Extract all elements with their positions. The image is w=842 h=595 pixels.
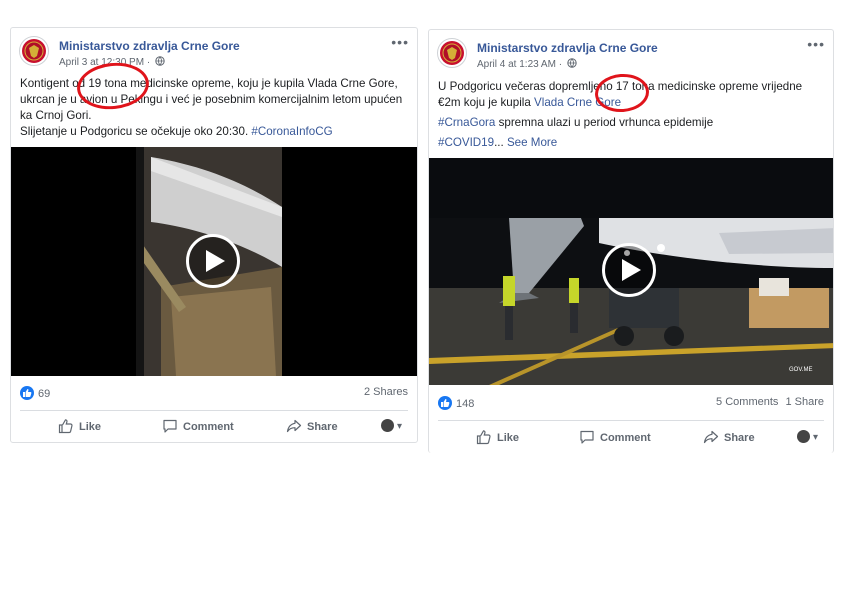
facebook-post-1: Ministarstvo zdravlja Crne Gore April 3 … <box>10 27 418 443</box>
share-label: Share <box>724 432 755 444</box>
like-reaction-icon[interactable] <box>438 396 452 410</box>
page-avatar[interactable] <box>437 38 467 68</box>
comment-label: Comment <box>600 432 651 444</box>
share-button[interactable]: Share <box>703 423 755 453</box>
video-watermark: GOV.ME <box>789 367 812 373</box>
hashtag-link[interactable]: #CoronaInfoCG <box>251 125 332 138</box>
like-button[interactable]: Like <box>58 412 101 442</box>
globe-icon <box>567 58 577 68</box>
facebook-post-2: Ministarstvo zdravlja Crne Gore April 4 … <box>428 29 834 453</box>
comment-icon <box>163 419 177 433</box>
shares-count[interactable]: 2 Shares <box>364 386 408 398</box>
engagement-counts: 5 Comments 1 Share <box>716 396 824 408</box>
comment-button[interactable]: Comment <box>579 423 651 453</box>
play-icon <box>622 259 641 281</box>
audience-icon <box>381 419 395 432</box>
play-button[interactable] <box>186 234 240 288</box>
post-actions: Like Comment Share ▾ <box>20 412 408 442</box>
page-name-link[interactable]: Ministarstvo zdravlja Crne Gore <box>477 41 658 55</box>
reaction-count[interactable]: 69 <box>38 388 50 400</box>
shares-count[interactable]: 1 Share <box>785 396 824 408</box>
share-label: Share <box>307 421 338 433</box>
post-timestamp[interactable]: April 4 at 1:23 AM <box>477 59 556 70</box>
hashtag-link[interactable]: #COVID19 <box>438 136 494 149</box>
comments-count[interactable]: 5 Comments <box>716 396 778 408</box>
divider <box>20 410 408 411</box>
audience-selector[interactable]: ▾ <box>797 423 818 453</box>
post-stats: 148 5 Comments 1 Share <box>438 396 824 414</box>
like-button[interactable]: Like <box>476 423 519 453</box>
share-icon <box>703 430 719 444</box>
post-stats: 69 2 Shares <box>20 386 408 404</box>
audience-icon <box>797 430 811 443</box>
more-icon[interactable]: ••• <box>807 36 825 52</box>
post-header: Ministarstvo zdravlja Crne Gore April 3 … <box>19 34 409 70</box>
chevron-down-icon: ▾ <box>396 421 402 432</box>
post-text-line: spremna ulazi u period vrhunca epidemije <box>495 116 714 129</box>
post-timestamp[interactable]: April 3 at 12:30 PM <box>59 57 144 68</box>
video-player[interactable]: GOV.ME <box>429 158 833 385</box>
post-meta: April 3 at 12:30 PM · <box>59 56 165 68</box>
share-icon <box>286 419 302 433</box>
post-meta: April 4 at 1:23 AM · <box>477 58 577 70</box>
page-name-link[interactable]: Ministarstvo zdravlja Crne Gore <box>59 39 240 53</box>
reaction-count[interactable]: 148 <box>456 398 474 410</box>
audience-selector[interactable]: ▾ <box>381 412 402 442</box>
chevron-down-icon: ▾ <box>812 432 818 443</box>
play-icon <box>206 250 225 272</box>
video-player[interactable] <box>11 147 417 376</box>
comment-icon <box>580 430 594 444</box>
comment-label: Comment <box>183 421 234 433</box>
like-reaction-icon[interactable] <box>20 386 34 400</box>
like-label: Like <box>79 421 102 433</box>
post-text: U Podgoricu večeras dopremljeno 17 tona … <box>438 79 825 151</box>
share-button[interactable]: Share <box>286 412 338 442</box>
comment-button[interactable]: Comment <box>162 412 234 442</box>
like-icon <box>476 430 491 445</box>
post-text-line: Slijetanje u Podgoricu se očekuje oko 20… <box>20 125 252 138</box>
post-text-line: Kontigent od 19 tona medicinske opreme, … <box>20 77 403 122</box>
mention-link[interactable]: Vlada Crne Gore <box>534 96 621 109</box>
post-text: Kontigent od 19 tona medicinske opreme, … <box>20 76 409 140</box>
more-icon[interactable]: ••• <box>391 34 409 50</box>
post-actions: Like Comment Share ▾ <box>438 423 824 453</box>
divider <box>438 420 824 421</box>
hashtag-link[interactable]: #CrnaGora <box>438 116 495 129</box>
ellipsis: ... <box>494 136 507 149</box>
play-button[interactable] <box>602 243 656 297</box>
see-more-link[interactable]: See More <box>507 136 557 149</box>
like-icon <box>58 419 73 434</box>
globe-icon <box>155 56 165 66</box>
like-label: Like <box>497 432 520 444</box>
page-avatar[interactable] <box>19 36 49 66</box>
post-header: Ministarstvo zdravlja Crne Gore April 4 … <box>437 36 825 72</box>
